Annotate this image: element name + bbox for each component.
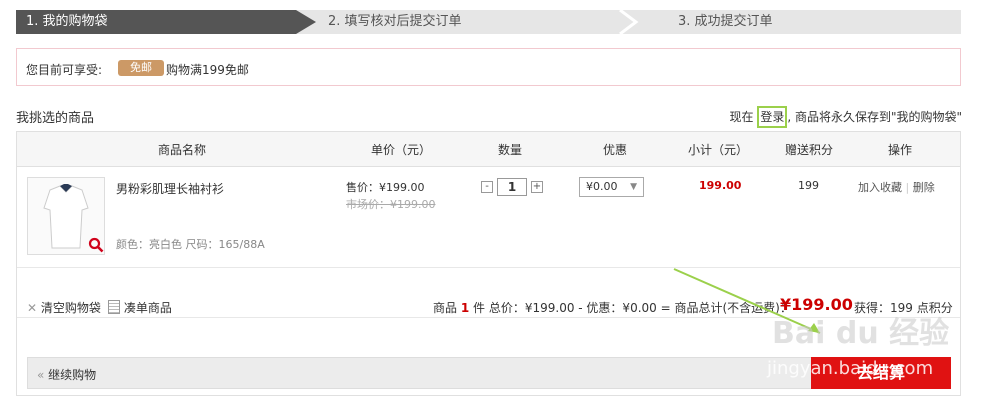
add-favorite-link[interactable]: 加入收藏 — [858, 181, 902, 194]
qty-plus-button[interactable]: + — [531, 181, 543, 193]
summary-prefix: 商品 — [433, 301, 458, 315]
action-separator: | — [905, 181, 910, 194]
promo-text: 购物满199免邮 — [166, 63, 249, 77]
points-value: 199 — [798, 179, 819, 192]
login-suffix: , 商品将永久保存到"我的购物袋" — [787, 110, 962, 124]
col-subtotal: 小计（元） — [688, 143, 749, 157]
subtotal-value: 199.00 — [699, 179, 742, 192]
close-icon: ✕ — [27, 301, 38, 315]
sale-price: 售价：¥199.00 — [346, 181, 425, 194]
watermark-logo: Bai du 经验 — [772, 316, 950, 351]
step-separator — [619, 10, 639, 34]
discount-select[interactable]: ¥0.00 ▼ — [579, 177, 644, 197]
login-link[interactable]: 登录 — [757, 106, 788, 128]
col-unit-price: 单价（元） — [371, 143, 432, 157]
product-attrs: 颜色：亮白色 尺码：165/88A — [116, 238, 265, 251]
continue-shopping-label: 继续购物 — [48, 368, 97, 382]
item-count: 1 — [460, 301, 470, 315]
login-note: 现在 登录, 商品将永久保存到"我的购物袋" — [729, 106, 962, 128]
login-prefix: 现在 — [729, 110, 754, 124]
clear-cart-label: 清空购物袋 — [40, 301, 101, 315]
promo-label: 您目前可享受: — [26, 63, 103, 77]
market-price: 市场价：¥199.00 — [346, 198, 436, 211]
quantity-input[interactable]: 1 — [497, 178, 527, 196]
qty-minus-button[interactable]: - — [481, 181, 493, 193]
step-3-label: 3. 成功提交订单 — [678, 14, 773, 29]
bundle-items-label: 凑单商品 — [123, 301, 172, 315]
discount-value: ¥0.00 — [586, 180, 618, 193]
zoom-icon[interactable] — [88, 237, 104, 253]
bundle-items[interactable]: 凑单商品 — [108, 299, 172, 316]
col-quantity: 数量 — [498, 143, 523, 157]
double-chevron-left-icon: « — [37, 368, 45, 382]
list-icon — [108, 300, 120, 314]
col-product-name: 商品名称 — [158, 143, 207, 157]
watermark-url: jingyan.baidu.com — [767, 358, 934, 379]
step-2-label: 2. 填写核对后提交订单 — [328, 14, 462, 29]
chevron-down-icon: ▼ — [630, 182, 637, 192]
product-name[interactable]: 男粉彩肌理长袖衬衫 — [116, 180, 224, 197]
section-title: 我挑选的商品 — [16, 111, 95, 126]
clear-cart[interactable]: ✕ 清空购物袋 — [27, 299, 101, 316]
col-discount: 优惠 — [603, 143, 628, 157]
continue-shopping-button[interactable]: « 继续购物 — [37, 366, 96, 383]
col-points: 赠送积分 — [785, 143, 834, 157]
row-actions: 加入收藏 | 删除 — [858, 179, 935, 195]
col-actions: 操作 — [888, 143, 913, 157]
delete-link[interactable]: 删除 — [913, 181, 935, 194]
step-1-label: 1. 我的购物袋 — [26, 14, 108, 29]
promo-tag: 免邮 — [118, 60, 164, 76]
